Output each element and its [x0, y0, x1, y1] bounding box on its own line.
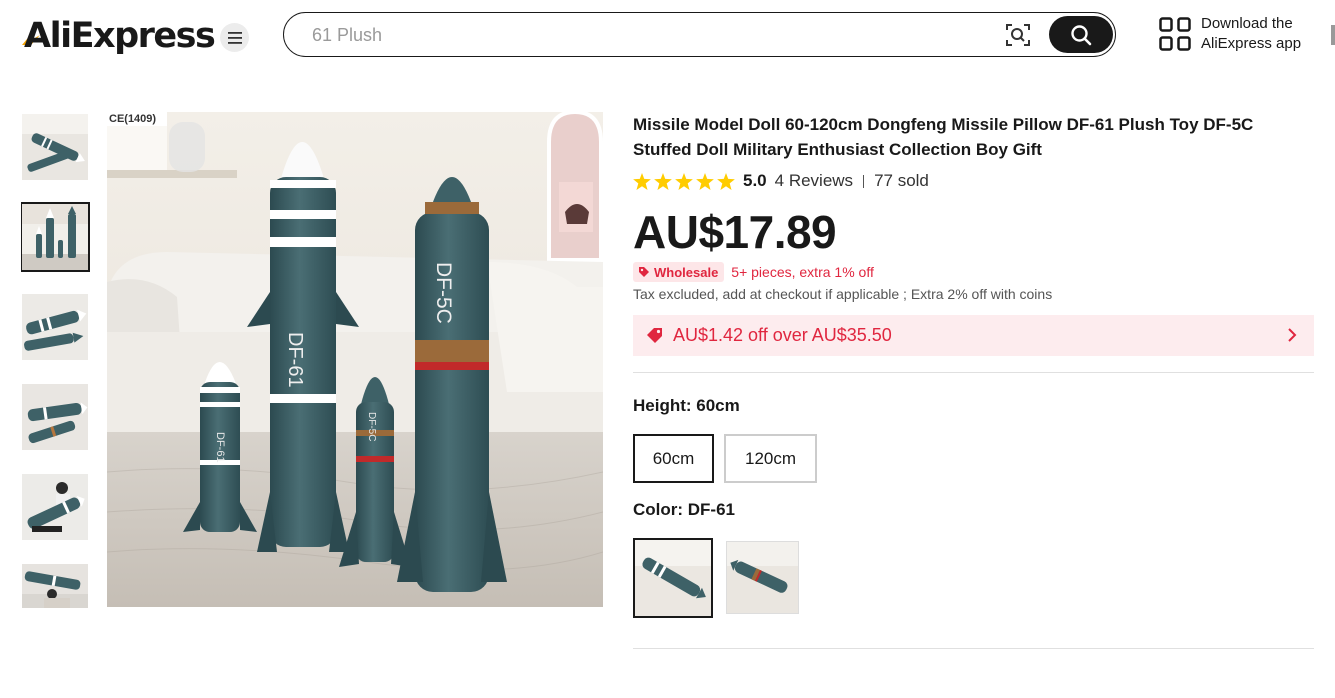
star-icon: [696, 172, 714, 190]
sold-count: 77 sold: [874, 171, 929, 190]
missile-label-4: DF-5C: [432, 262, 455, 324]
color-label: Color: DF-61: [633, 500, 735, 519]
star-icon: [717, 172, 735, 190]
color-option-df61[interactable]: [633, 538, 713, 618]
tag-icon: [639, 267, 649, 277]
aliexpress-logo[interactable]: AliExpress: [22, 14, 216, 58]
coupon-banner[interactable]: AU$1.42 off over AU$35.50: [633, 315, 1314, 356]
tax-note: Tax excluded, add at checkout if applica…: [633, 286, 1053, 302]
download-app-text: Download the AliExpress app: [1201, 14, 1301, 54]
star-icon: [675, 172, 693, 190]
qr-code-icon: [1159, 17, 1191, 51]
thumbnail-list: [21, 112, 91, 608]
main-product-image[interactable]: CE(1409) DF-61 DF-61 DF-5C DF-5C: [107, 112, 603, 607]
scroll-edge: [1331, 25, 1335, 45]
wholesale-text: 5+ pieces, extra 1% off: [731, 264, 874, 280]
rating-value: 5.0: [743, 171, 767, 190]
wholesale-row: Wholesale 5+ pieces, extra 1% off: [633, 262, 874, 282]
coupon-text: AU$1.42 off over AU$35.50: [673, 325, 892, 345]
reviews-link[interactable]: 4 Reviews: [775, 171, 853, 191]
separator: [863, 174, 865, 188]
missile-label-2: DF-61: [284, 332, 306, 388]
menu-button[interactable]: [220, 23, 249, 52]
star-rating[interactable]: [633, 172, 735, 190]
divider: [633, 372, 1314, 373]
search-bar: [283, 12, 1116, 57]
search-input[interactable]: [312, 22, 992, 48]
header: AliExpress Download t: [0, 0, 1335, 70]
missile-label-1: DF-61: [214, 432, 226, 463]
thumbnail-3[interactable]: [22, 294, 88, 360]
wholesale-badge: Wholesale: [633, 262, 725, 282]
thumbnail-5[interactable]: [22, 474, 88, 540]
search-icon: [1071, 24, 1092, 45]
product-info: Missile Model Doll 60-120cm Dongfeng Mis…: [633, 112, 1314, 649]
star-icon: [633, 172, 651, 190]
size-option-120cm[interactable]: 120cm: [724, 434, 817, 483]
thumbnail-1[interactable]: [22, 114, 88, 180]
price: AU$17.89: [633, 206, 837, 258]
rating-row: 5.0 4 Reviews 77 sold: [633, 170, 929, 192]
thumbnail-6[interactable]: [22, 564, 88, 608]
divider-bottom: [633, 648, 1314, 649]
star-icon: [654, 172, 672, 190]
download-app-line2: AliExpress app: [1201, 35, 1302, 52]
missile-label-3: DF-5C: [366, 412, 377, 441]
wholesale-label: Wholesale: [654, 264, 719, 280]
image-search-icon[interactable]: [1005, 22, 1031, 48]
size-option-60cm[interactable]: 60cm: [633, 434, 714, 483]
thumbnail-4[interactable]: [22, 384, 88, 450]
height-label: Height: 60cm: [633, 396, 740, 415]
coupon-tag-icon: [647, 327, 662, 343]
product-title: Missile Model Doll 60-120cm Dongfeng Mis…: [633, 115, 1254, 159]
color-option-df5c[interactable]: [726, 541, 799, 614]
hamburger-icon: [227, 31, 242, 44]
image-sign-text: CE(1409): [109, 113, 156, 125]
download-app-line1: Download the: [1201, 15, 1293, 32]
search-button[interactable]: [1049, 16, 1113, 53]
chevron-right-icon: [1288, 328, 1297, 342]
logo-text: AliExpress: [24, 16, 216, 56]
thumbnail-2[interactable]: [21, 202, 90, 272]
download-app-link[interactable]: Download the AliExpress app: [1159, 14, 1301, 54]
